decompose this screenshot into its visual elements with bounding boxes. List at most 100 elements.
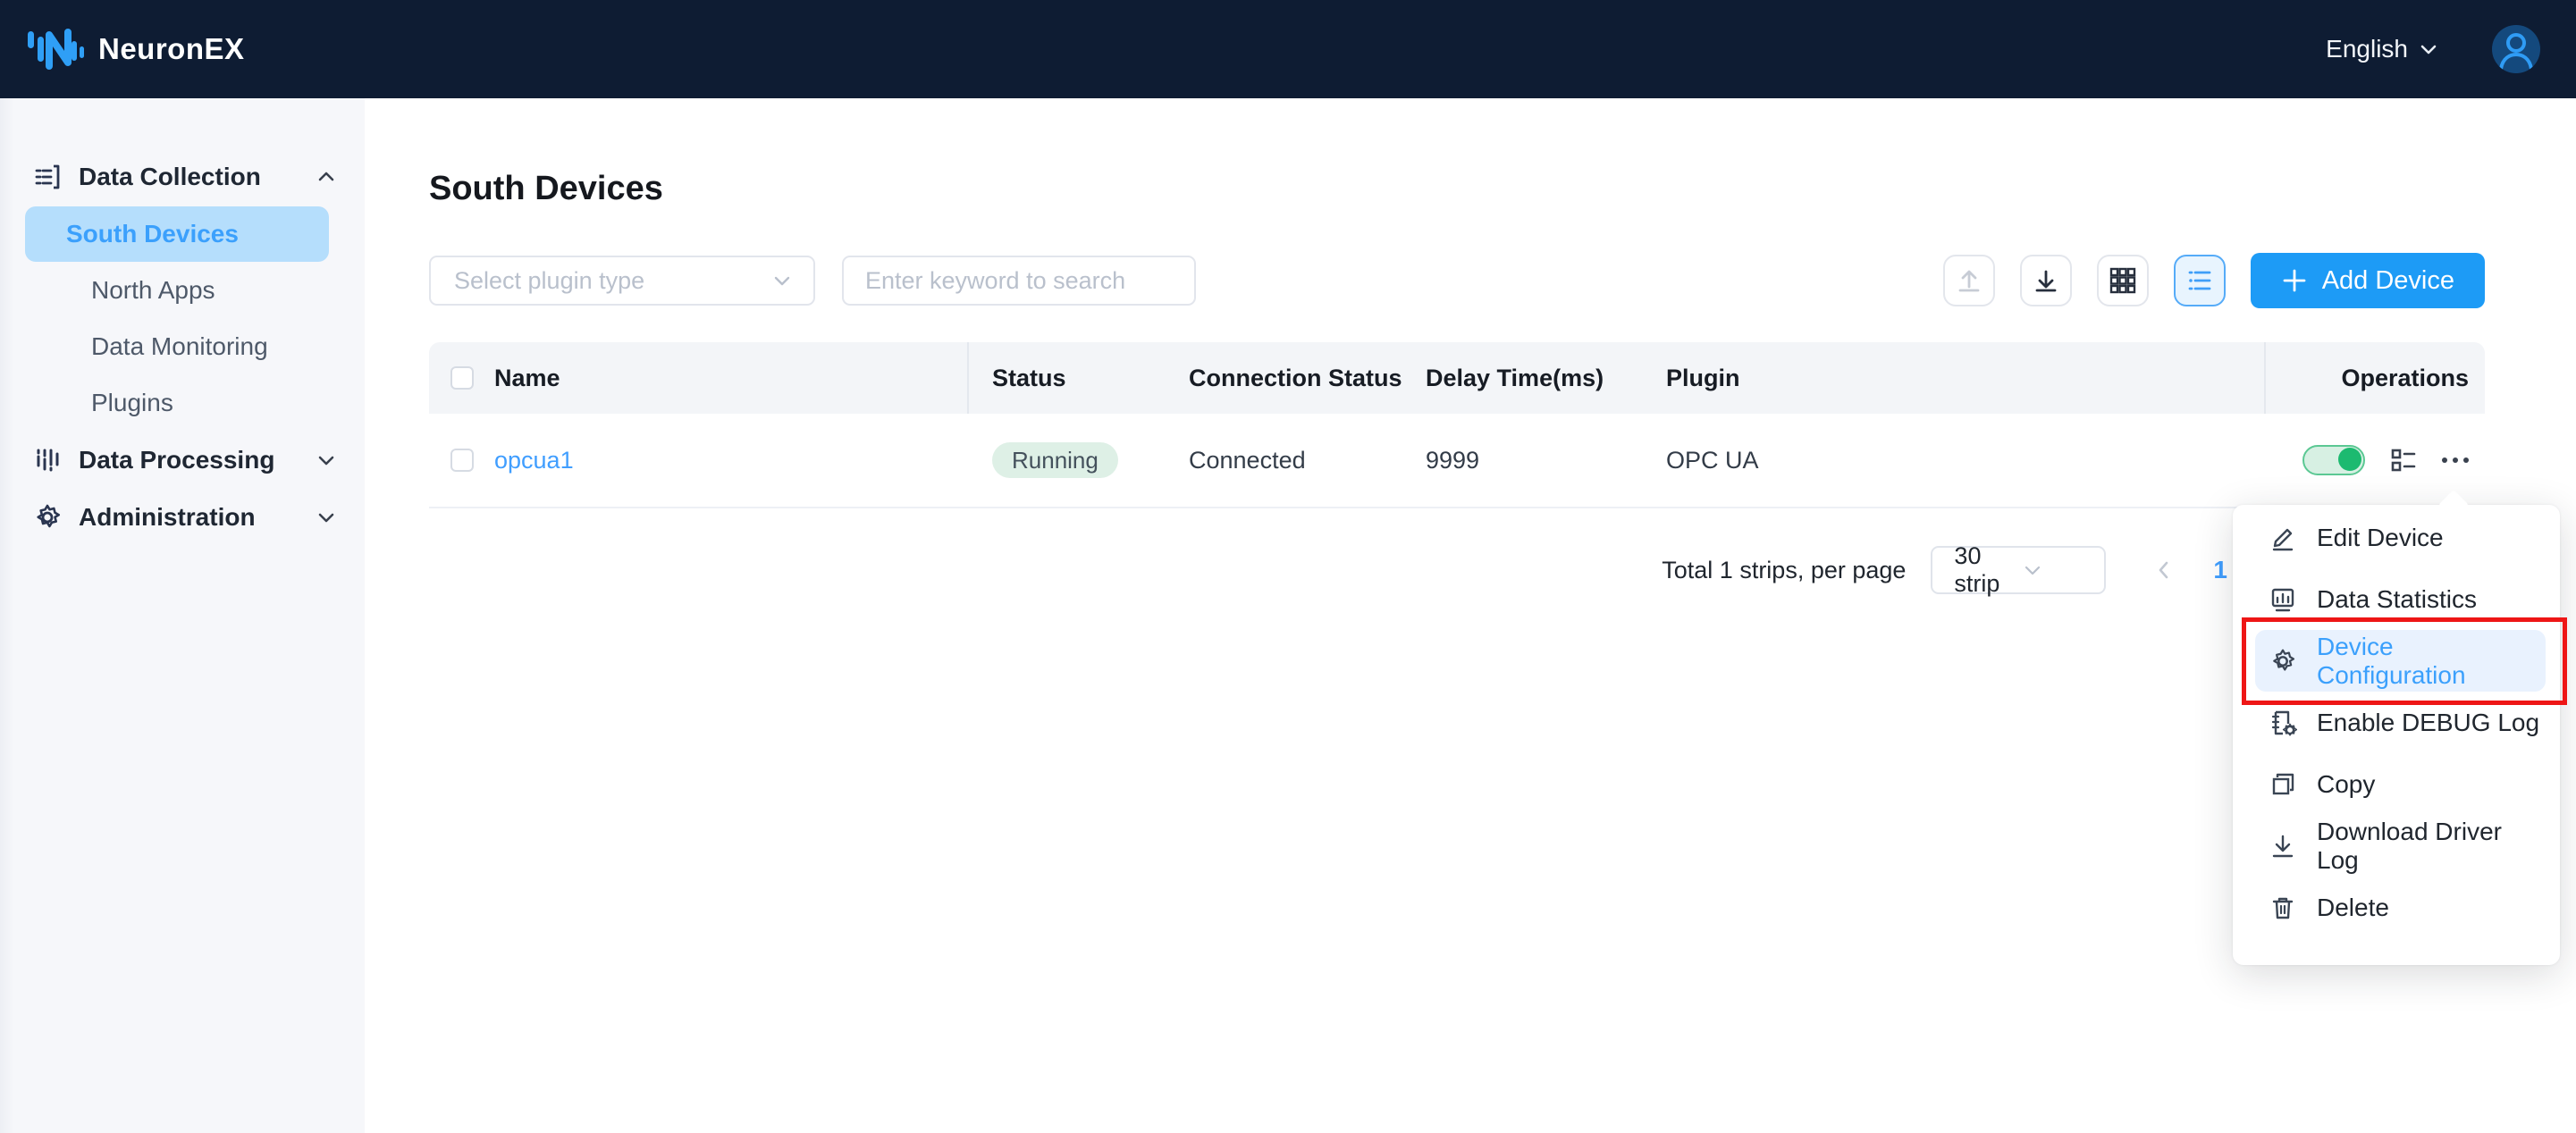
menu-item-label: Device Configuration [2317, 633, 2546, 690]
sidebar-section-data-processing[interactable]: Data Processing [0, 432, 365, 489]
chevron-down-icon [770, 269, 794, 292]
sidebar-item-north-apps[interactable]: North Apps [25, 263, 329, 318]
table-header-checkbox-cell [429, 366, 494, 390]
search-input[interactable] [842, 256, 1196, 306]
table-tools: Add Device [1943, 253, 2485, 308]
filter-toolbar: Select plugin type [429, 253, 2485, 308]
menu-item-delete[interactable]: Delete [2255, 877, 2546, 938]
column-header-delay-time: Delay Time(ms) [1426, 365, 1666, 392]
chevron-up-icon [315, 165, 338, 189]
table-header-row: Name Status Connection Status Delay Time… [429, 342, 2485, 414]
sidebar-section-label: Data Processing [79, 446, 315, 474]
menu-item-enable-debug-log[interactable]: Enable DEBUG Log [2255, 692, 2546, 753]
row-checkbox-cell [429, 449, 494, 472]
sidebar-item-data-monitoring[interactable]: Data Monitoring [25, 319, 329, 374]
sidebar-section-label: Administration [79, 503, 315, 532]
prev-page-button[interactable] [2152, 558, 2176, 582]
chevron-down-icon [2022, 559, 2090, 581]
plugin-type-select[interactable]: Select plugin type [429, 256, 815, 306]
sidebar-item-plugins[interactable]: Plugins [25, 375, 329, 431]
import-button[interactable] [1943, 255, 1995, 306]
menu-item-label: Edit Device [2317, 524, 2444, 552]
chevron-down-icon [2417, 38, 2440, 61]
data-collection-icon [32, 162, 63, 192]
sidebar-item-label: North Apps [91, 276, 215, 305]
more-actions-button[interactable] [2442, 457, 2469, 463]
export-button[interactable] [2020, 255, 2072, 306]
brand-name: NeuronEX [98, 32, 245, 66]
gear-icon [2269, 647, 2297, 676]
download-icon [2269, 832, 2297, 860]
select-all-checkbox[interactable] [450, 366, 474, 390]
neuronex-app: NeuronEX English [0, 0, 2576, 1133]
device-status-cell: Running [967, 442, 1189, 478]
page-number-current[interactable]: 1 [2213, 556, 2227, 584]
column-header-connection-status: Connection Status [1189, 365, 1426, 392]
sidebar-section-data-collection[interactable]: Data Collection [0, 148, 365, 206]
menu-item-device-configuration[interactable]: Device Configuration [2255, 630, 2546, 692]
sidebar-section-administration[interactable]: Administration [0, 489, 365, 546]
neuronex-logo-icon [27, 25, 84, 73]
device-actions-menu: Edit Device Data Statistics Device Confi [2233, 505, 2560, 965]
menu-item-label: Enable DEBUG Log [2317, 709, 2539, 737]
menu-item-edit-device[interactable]: Edit Device [2255, 507, 2546, 568]
user-avatar[interactable] [2492, 25, 2540, 73]
add-device-label: Add Device [2322, 266, 2454, 296]
trash-icon [2269, 894, 2297, 922]
page-title: South Devices [429, 168, 2485, 209]
connection-status-cell: Connected [1189, 447, 1426, 474]
delay-time-cell: 9999 [1426, 447, 1666, 474]
list-view-button[interactable] [2174, 255, 2226, 306]
device-enabled-toggle[interactable] [2302, 445, 2365, 475]
menu-item-label: Download Driver Log [2317, 818, 2546, 875]
devices-table: Name Status Connection Status Delay Time… [429, 342, 2485, 508]
select-row-checkbox[interactable] [450, 449, 474, 472]
toggle-knob [2338, 448, 2361, 471]
language-selector[interactable]: English [2326, 35, 2440, 63]
menu-item-label: Data Statistics [2317, 585, 2477, 614]
debug-log-icon [2269, 709, 2297, 737]
plugin-type-placeholder: Select plugin type [454, 267, 770, 295]
menu-item-copy[interactable]: Copy [2255, 753, 2546, 815]
operations-cell [2264, 445, 2485, 475]
list-view-icon [2185, 265, 2215, 296]
sidebar: Data Collection South Devices North Apps… [0, 98, 365, 1133]
menu-item-download-driver-log[interactable]: Download Driver Log [2255, 815, 2546, 877]
navbar-right: English [2326, 25, 2540, 73]
sidebar-item-label: South Devices [66, 220, 239, 248]
page-size-select[interactable]: 30 strip [1931, 546, 2106, 594]
plus-icon [2281, 267, 2308, 294]
device-name-cell: opcua1 [494, 447, 967, 474]
top-navbar: NeuronEX English [0, 0, 2576, 98]
group-list-icon[interactable] [2388, 445, 2419, 475]
menu-item-label: Copy [2317, 770, 2375, 799]
sidebar-item-label: Data Monitoring [91, 332, 268, 361]
status-badge: Running [992, 442, 1118, 478]
column-header-operations: Operations [2264, 342, 2485, 414]
chevron-down-icon [315, 449, 338, 472]
menu-item-label: Delete [2317, 894, 2389, 922]
brand: NeuronEX [27, 25, 245, 73]
edit-icon [2269, 524, 2297, 552]
language-label: English [2326, 35, 2408, 63]
card-view-button[interactable] [2097, 255, 2149, 306]
column-header-plugin: Plugin [1666, 365, 2264, 392]
user-icon [2492, 25, 2540, 73]
add-device-button[interactable]: Add Device [2251, 253, 2485, 308]
copy-icon [2269, 770, 2297, 799]
menu-item-data-statistics[interactable]: Data Statistics [2255, 568, 2546, 630]
sidebar-item-label: Plugins [91, 389, 173, 417]
data-processing-icon [32, 445, 63, 475]
plugin-cell: OPC UA [1666, 447, 2264, 474]
column-header-status: Status [967, 342, 1189, 414]
gear-icon [32, 502, 63, 533]
sidebar-section-label: Data Collection [79, 163, 315, 191]
grid-view-icon [2108, 265, 2138, 296]
table-row: opcua1 Running Connected 9999 OPC UA [429, 414, 2485, 508]
pagination-total-text: Total 1 strips, per page [1662, 557, 1906, 584]
statistics-icon [2269, 585, 2297, 614]
sidebar-item-south-devices[interactable]: South Devices [25, 206, 329, 262]
device-name-link[interactable]: opcua1 [494, 447, 574, 474]
download-icon [2031, 265, 2061, 296]
upload-icon [1954, 265, 1984, 296]
